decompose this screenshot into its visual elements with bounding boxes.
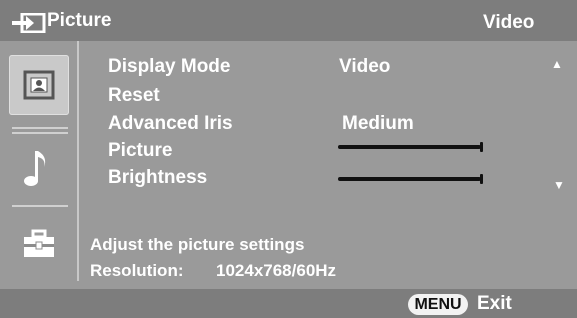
- help-description: Adjust the picture settings: [90, 235, 305, 254]
- picture-slider-handle[interactable]: [480, 142, 483, 152]
- sidebar-separator: [12, 205, 68, 207]
- tab-picture[interactable]: [9, 55, 69, 115]
- category-sidebar: [0, 41, 79, 289]
- resolution-label: Resolution:: [90, 261, 184, 280]
- menu-item-display-mode[interactable]: Display Mode: [108, 56, 230, 78]
- menu-item-reset[interactable]: Reset: [108, 85, 160, 107]
- picture-icon: [23, 70, 55, 100]
- input-arrow-icon: [12, 13, 46, 33]
- menu-item-advanced-iris[interactable]: Advanced Iris: [108, 113, 233, 135]
- footer-bar: MENU Exit: [0, 289, 577, 318]
- input-source-label: Video: [483, 12, 535, 33]
- menu-item-brightness[interactable]: Brightness: [108, 167, 207, 189]
- sidebar-separator: [12, 127, 68, 129]
- menu-panel: Display Mode Video Reset Advanced Iris M…: [0, 41, 577, 289]
- header-bar: Picture Video: [0, 0, 577, 41]
- sidebar-separator: [12, 132, 68, 134]
- music-note-icon[interactable]: [22, 149, 52, 189]
- brightness-slider[interactable]: [338, 174, 483, 184]
- scroll-down-icon[interactable]: ▼: [553, 179, 565, 191]
- brightness-slider-handle[interactable]: [480, 174, 483, 184]
- sidebar-divider: [77, 41, 79, 281]
- picture-slider[interactable]: [338, 142, 483, 152]
- display-mode-value: Video: [339, 56, 391, 77]
- scroll-up-icon[interactable]: ▲: [551, 58, 563, 70]
- exit-label: Exit: [477, 293, 512, 314]
- advanced-iris-value: Medium: [342, 113, 414, 134]
- page-title: Picture: [47, 10, 112, 31]
- menu-item-picture[interactable]: Picture: [108, 140, 172, 162]
- toolbox-icon[interactable]: [22, 229, 56, 259]
- menu-button[interactable]: MENU: [408, 294, 468, 315]
- resolution-value: 1024x768/60Hz: [216, 261, 337, 280]
